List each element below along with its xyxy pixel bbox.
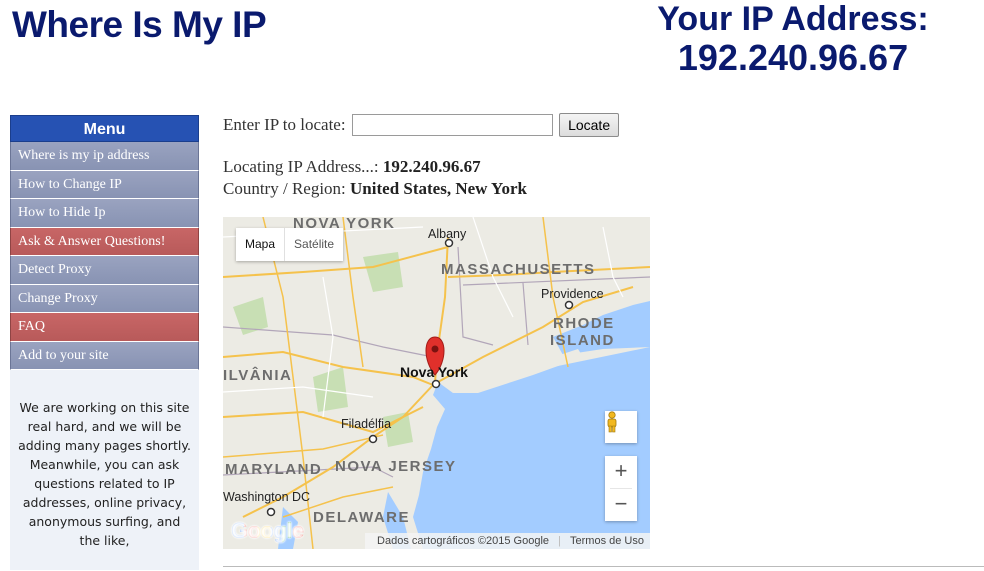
locate-button[interactable]: Locate	[559, 113, 620, 137]
zoom-control: + −	[605, 456, 637, 521]
map-attribution: Dados cartográficos ©2015 Google	[377, 535, 550, 547]
menu-item-how-to-hide-ip[interactable]: How to Hide Ip	[10, 199, 199, 228]
ip-input[interactable]	[351, 114, 553, 136]
map-footer-divider: |	[558, 535, 561, 547]
content-divider	[223, 566, 984, 567]
map-terms-link[interactable]: Termos de Uso	[570, 535, 644, 547]
ip-header-label: Your IP Address:	[657, 0, 929, 38]
locate-form: Enter IP to locate: Locate	[223, 113, 620, 137]
map-label-pennsylvania: ILVÂNIA	[223, 367, 293, 384]
menu-item-how-to-change-ip[interactable]: How to Change IP	[10, 170, 199, 199]
zoom-in-button[interactable]: +	[605, 456, 637, 488]
map-label-filadelfia: Filadélfia	[341, 417, 392, 431]
menu-item-where-is-my-ip[interactable]: Where is my ip address	[10, 142, 199, 171]
map-label-albany: Albany	[428, 227, 467, 241]
menu-title: Menu	[10, 115, 199, 142]
sidebar-info-text: We are working on this site real hard, a…	[10, 370, 199, 570]
ip-header: Your IP Address: 192.240.96.67	[620, 0, 966, 78]
map[interactable]: NOVA YORK Albany MASSACHUSETTS Providenc…	[223, 217, 650, 549]
menu-list: Where is my ip address How to Change IP …	[10, 142, 199, 370]
menu-item-faq[interactable]: FAQ	[10, 313, 199, 342]
map-label-rhode: RHODE	[553, 315, 615, 332]
street-view-pegman-icon[interactable]	[605, 411, 637, 443]
map-type-map-button[interactable]: Mapa	[236, 228, 284, 261]
map-label-massachusetts: MASSACHUSETTS	[441, 261, 596, 278]
menu-item-change-proxy[interactable]: Change Proxy	[10, 284, 199, 313]
map-label-washington: Washington DC	[223, 490, 311, 504]
map-label-island: ISLAND	[550, 332, 615, 349]
google-logo[interactable]: Google	[231, 518, 304, 544]
locate-result: Locating IP Address...: 192.240.96.67 Co…	[223, 156, 527, 200]
sidebar: Menu Where is my ip address How to Chang…	[10, 115, 199, 571]
locating-value: 192.240.96.67	[382, 157, 481, 176]
menu-item-ask-answer[interactable]: Ask & Answer Questions!	[10, 227, 199, 256]
region-label: Country / Region:	[223, 179, 346, 198]
map-type-control: Mapa Satélite	[236, 228, 344, 261]
google-logo-text: Google	[231, 518, 304, 543]
map-type-satellite-button[interactable]: Satélite	[284, 228, 343, 261]
menu-item-add-to-site[interactable]: Add to your site	[10, 341, 199, 370]
locating-label: Locating IP Address...:	[223, 157, 379, 176]
ip-header-value: 192.240.96.67	[677, 37, 909, 78]
zoom-out-button[interactable]: −	[605, 489, 637, 521]
region-line: Country / Region: United States, New Yor…	[223, 178, 527, 200]
locate-label: Enter IP to locate:	[223, 115, 346, 134]
menu-item-detect-proxy[interactable]: Detect Proxy	[10, 256, 199, 285]
map-label-delaware: DELAWARE	[313, 509, 411, 526]
locating-line: Locating IP Address...: 192.240.96.67	[223, 156, 527, 178]
map-footer: Dados cartográficos ©2015 Google | Termo…	[365, 533, 650, 549]
map-label-nova-jersey: NOVA JERSEY	[335, 458, 457, 475]
site-title: Where Is My IP	[12, 4, 267, 45]
map-label-nova-york-city: Nova York	[400, 364, 468, 380]
map-label-providence: Providence	[541, 287, 604, 301]
region-value: United States, New York	[350, 179, 527, 198]
map-label-maryland: MARYLAND	[225, 461, 323, 478]
